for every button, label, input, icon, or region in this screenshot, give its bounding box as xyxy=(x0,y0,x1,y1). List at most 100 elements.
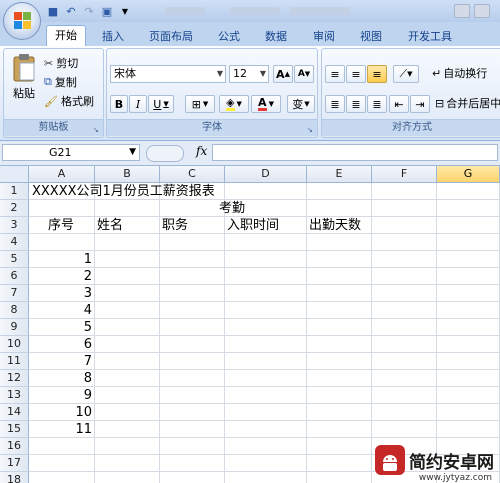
print-preview-icon[interactable]: ▣ xyxy=(100,4,114,18)
paste-button[interactable]: 粘贴 xyxy=(7,53,41,105)
column-header-c[interactable]: C xyxy=(160,166,225,183)
cell-a1-title[interactable]: XXXXX公司1月份员工薪资报表 xyxy=(32,183,215,200)
cell-seq-number[interactable]: 4 xyxy=(29,302,92,319)
decrease-indent-button[interactable]: ⇤ xyxy=(389,95,409,113)
row-header-6[interactable]: 6 xyxy=(0,268,29,285)
tab-insert[interactable]: 插入 xyxy=(94,27,132,46)
row-header-14[interactable]: 14 xyxy=(0,404,29,421)
row-header-15[interactable]: 15 xyxy=(0,421,29,438)
select-all-button[interactable] xyxy=(0,166,29,183)
alignment-group-label: 对齐方式 xyxy=(322,119,500,136)
align-top-button[interactable]: ≡ xyxy=(325,65,345,83)
row-header-16[interactable]: 16 xyxy=(0,438,29,455)
cell-seq-number[interactable]: 3 xyxy=(29,285,92,302)
row-header-5[interactable]: 5 xyxy=(0,251,29,268)
font-size-select[interactable]: 12 ▼ xyxy=(229,65,269,83)
cell-seq-number[interactable]: 11 xyxy=(29,421,92,438)
row-header-2[interactable]: 2 xyxy=(0,200,29,217)
chevron-down-icon: ▼ xyxy=(129,147,136,157)
merge-center-button[interactable]: ⊟ 合并后居中 xyxy=(435,95,500,111)
save-icon[interactable]: ■ xyxy=(46,4,60,18)
align-right-button[interactable]: ≣ xyxy=(367,95,387,113)
undo-icon[interactable]: ↶ xyxy=(64,4,78,18)
cell-seq-number[interactable]: 7 xyxy=(29,353,92,370)
spreadsheet-grid[interactable]: A B C D E F G 1 2 3 4 5 6 7 8 9 10 11 12 13 14 15 16 17 18 XXXXX公… xyxy=(0,166,500,483)
column-header-a[interactable]: A xyxy=(29,166,95,183)
row-gridline xyxy=(29,369,500,370)
tab-developer[interactable]: 开发工具 xyxy=(402,27,458,46)
cell-seq-number[interactable]: 6 xyxy=(29,336,92,353)
office-button[interactable] xyxy=(3,2,41,40)
cell-seq-number[interactable]: 1 xyxy=(29,251,92,268)
shrink-font-button[interactable]: A ▼ xyxy=(294,65,314,83)
cell-b3-name-header[interactable]: 姓名 xyxy=(97,217,123,234)
row-header-7[interactable]: 7 xyxy=(0,285,29,302)
align-left-button[interactable]: ≣ xyxy=(325,95,345,113)
row-header-18[interactable]: 18 xyxy=(0,472,29,483)
column-header-f[interactable]: F xyxy=(372,166,437,183)
borders-button[interactable]: ⊞ ▼ xyxy=(185,95,215,113)
row-header-10[interactable]: 10 xyxy=(0,336,29,353)
close-button[interactable] xyxy=(474,4,490,18)
row-header-3[interactable]: 3 xyxy=(0,217,29,234)
row-header-13[interactable]: 13 xyxy=(0,387,29,404)
tab-data[interactable]: 数据 xyxy=(258,27,294,46)
cell-d2-attendance[interactable]: 考勤 xyxy=(219,200,245,217)
cell-e3-days-header[interactable]: 出勤天数 xyxy=(309,217,361,234)
cell-seq-number[interactable]: 8 xyxy=(29,370,92,387)
formula-input[interactable] xyxy=(212,144,498,161)
italic-button[interactable]: I xyxy=(129,95,147,113)
row-header-8[interactable]: 8 xyxy=(0,302,29,319)
dialog-launcher-icon[interactable]: ↘ xyxy=(93,126,101,134)
row-header-12[interactable]: 12 xyxy=(0,370,29,387)
orientation-button[interactable]: ⟋ ▼ xyxy=(393,65,419,83)
customize-qat-icon[interactable]: ▼ xyxy=(118,4,132,18)
cell-a3-seq-header[interactable]: 序号 xyxy=(48,217,74,234)
underline-button[interactable]: U ▼ xyxy=(148,95,174,113)
formula-expand-handle[interactable] xyxy=(146,145,184,162)
minimize-button[interactable] xyxy=(454,4,470,18)
column-header-b[interactable]: B xyxy=(95,166,160,183)
column-header-e[interactable]: E xyxy=(307,166,372,183)
phonetic-button[interactable]: 变 ▼ xyxy=(287,95,315,113)
row-header-9[interactable]: 9 xyxy=(0,319,29,336)
align-bottom-button[interactable]: ≡ xyxy=(367,65,387,83)
tab-review[interactable]: 审阅 xyxy=(306,27,342,46)
cut-label: 剪切 xyxy=(56,57,79,70)
cell-seq-number[interactable]: 5 xyxy=(29,319,92,336)
cell-seq-number[interactable]: 10 xyxy=(29,404,92,421)
copy-button[interactable]: ⧉ 复制 xyxy=(44,74,77,90)
row-header-4[interactable]: 4 xyxy=(0,234,29,251)
grow-font-button[interactable]: A ▲ xyxy=(273,65,293,83)
row-header-17[interactable]: 17 xyxy=(0,455,29,472)
wrap-text-button[interactable]: ↵ 自动换行 xyxy=(432,65,487,81)
cut-button[interactable]: ✂ 剪切 xyxy=(44,55,78,71)
cell-d3-hire-date-header[interactable]: 入职时间 xyxy=(227,217,279,234)
row-header-11[interactable]: 11 xyxy=(0,353,29,370)
increase-indent-button[interactable]: ⇥ xyxy=(410,95,430,113)
font-color-button[interactable]: A ▼ xyxy=(251,95,281,113)
tab-page-layout[interactable]: 页面布局 xyxy=(143,27,199,46)
bold-button[interactable]: B xyxy=(110,95,128,113)
cell-c3-position-header[interactable]: 职务 xyxy=(162,217,188,234)
name-box[interactable]: G21 ▼ xyxy=(2,144,140,161)
cell-seq-number[interactable]: 9 xyxy=(29,387,92,404)
align-center-button[interactable]: ≣ xyxy=(346,95,366,113)
font-name-select[interactable]: 宋体 ▼ xyxy=(110,65,226,83)
fill-color-button[interactable]: ◈ ▼ xyxy=(219,95,249,113)
redo-icon[interactable]: ↷ xyxy=(82,4,96,18)
column-header-g[interactable]: G xyxy=(437,166,500,183)
row-header-1[interactable]: 1 xyxy=(0,183,29,200)
align-middle-button[interactable]: ≡ xyxy=(346,65,366,83)
row-gridline xyxy=(29,301,500,302)
ribbon-tab-bar: 开始 插入 页面布局 公式 数据 审阅 视图 开发工具 xyxy=(0,22,500,47)
underline-label: U xyxy=(153,97,162,111)
column-header-d[interactable]: D xyxy=(225,166,307,183)
tab-formulas[interactable]: 公式 xyxy=(211,27,247,46)
dialog-launcher-icon[interactable]: ↘ xyxy=(307,126,315,134)
format-painter-button[interactable]: 🖌 格式刷 xyxy=(44,93,94,109)
insert-function-icon[interactable]: fx xyxy=(196,144,207,158)
tab-view[interactable]: 视图 xyxy=(353,27,389,46)
tab-home[interactable]: 开始 xyxy=(46,25,86,47)
cell-seq-number[interactable]: 2 xyxy=(29,268,92,285)
